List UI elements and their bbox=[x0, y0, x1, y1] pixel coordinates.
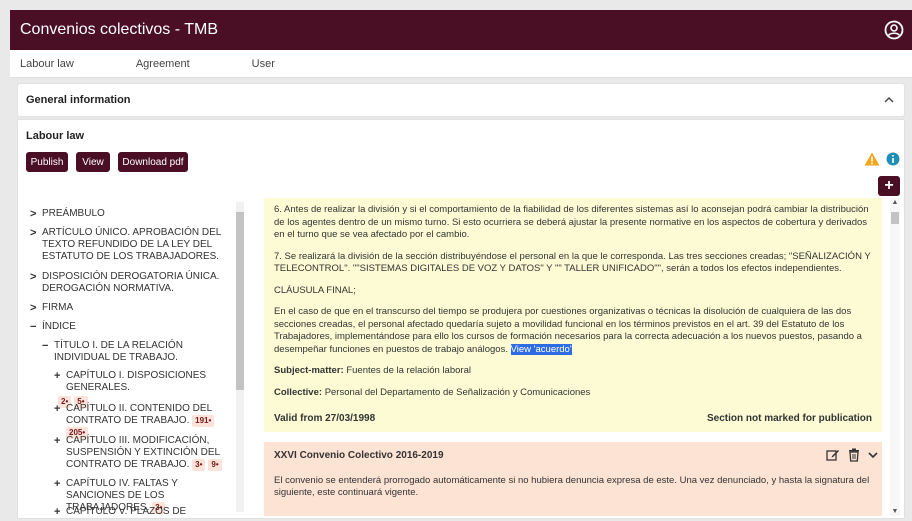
publish-button[interactable]: Publish bbox=[26, 152, 68, 172]
count-badge: 9• bbox=[208, 459, 222, 471]
expand-icon[interactable]: + bbox=[54, 435, 60, 447]
index-tree: > PREÁMBULO > ARTÍCULO ÚNICO. APROBACIÓN… bbox=[26, 200, 244, 514]
expand-icon[interactable]: > bbox=[30, 302, 36, 314]
tree-item[interactable]: + CAPÍTULO III. MODIFICACIÓN, SUSPENSIÓN… bbox=[54, 435, 234, 471]
expand-icon[interactable]: + bbox=[54, 370, 60, 382]
collective: Collective: Personal del Departamento de… bbox=[274, 386, 591, 398]
expand-icon[interactable]: > bbox=[30, 227, 36, 239]
add-button[interactable]: + bbox=[878, 176, 900, 196]
scroll-down-icon[interactable]: ▼ bbox=[891, 508, 899, 515]
tree-item[interactable]: + CAPÍTULO II. CONTENIDO DEL CONTRATO DE… bbox=[54, 403, 234, 439]
entry-paragraph: En el caso de que en el transcurso del t… bbox=[274, 306, 862, 355]
expand-icon[interactable]: + bbox=[54, 403, 60, 415]
valid-from: Valid from 27/03/1998 bbox=[274, 413, 376, 424]
agreement-text: El convenio se entenderá prorrogado auto… bbox=[274, 474, 870, 499]
user-account-icon[interactable] bbox=[884, 20, 904, 40]
expand-icon[interactable]: > bbox=[30, 271, 36, 283]
chevron-down-icon[interactable] bbox=[868, 448, 878, 462]
publication-status: Section not marked for publication bbox=[706, 413, 872, 424]
collapse-icon[interactable]: − bbox=[30, 321, 36, 333]
view-button[interactable]: View bbox=[76, 152, 110, 172]
chevron-up-icon[interactable] bbox=[884, 96, 894, 104]
agreement-title: XXVI Convenio Colectivo 2016-2019 bbox=[274, 450, 444, 461]
expand-icon[interactable]: + bbox=[54, 478, 60, 490]
count-badge: 191• bbox=[192, 415, 215, 427]
agreement-entry: XXVI Convenio Colectivo 2016-2019 El con… bbox=[264, 442, 882, 516]
tree-item[interactable]: + CAPÍTULO V. PLAZOS DE PRESCRIPCIÓN. bbox=[54, 506, 234, 514]
collapse-icon[interactable]: − bbox=[42, 340, 48, 352]
general-information-panel[interactable]: General information bbox=[18, 84, 904, 116]
tree-item[interactable]: > FIRMA bbox=[30, 302, 230, 314]
info-icon[interactable] bbox=[886, 152, 900, 166]
tree-item[interactable]: > PREÁMBULO bbox=[30, 208, 230, 220]
labour-law-title: Labour law bbox=[26, 130, 85, 142]
tree-scrollbar[interactable] bbox=[236, 202, 244, 512]
tree-item[interactable]: − ÍNDICE bbox=[30, 321, 230, 333]
general-information-title: General information bbox=[26, 94, 131, 106]
scroll-up-icon[interactable]: ▲ bbox=[891, 199, 899, 206]
agreement-actions bbox=[826, 448, 878, 462]
expand-icon[interactable]: > bbox=[30, 208, 36, 220]
expand-icon[interactable]: + bbox=[54, 506, 60, 514]
top-nav: Labour law Agreement User bbox=[10, 50, 912, 78]
delete-icon[interactable] bbox=[848, 448, 860, 462]
labour-law-panel: Labour law Publish View Download pdf + >… bbox=[18, 120, 904, 518]
warning-icon[interactable] bbox=[864, 152, 880, 166]
content-scrollbar-thumb[interactable] bbox=[891, 212, 899, 224]
entry-paragraph: CLÁUSULA FINAL; bbox=[274, 284, 356, 296]
nav-labour-law[interactable]: Labour law bbox=[20, 58, 74, 70]
nav-user[interactable]: User bbox=[252, 58, 275, 70]
count-badge: 3• bbox=[192, 459, 206, 471]
view-acuerdo-link[interactable]: View 'acuerdo' bbox=[510, 343, 572, 355]
tree-item[interactable]: − TÍTULO I. DE LA RELACIÓN INDIVIDUAL DE… bbox=[42, 340, 232, 364]
agreement-entry-current: 6. Antes de realizar la división y si el… bbox=[264, 198, 882, 432]
tree-item[interactable]: > ARTÍCULO ÚNICO. APROBACIÓN DEL TEXTO R… bbox=[30, 227, 230, 263]
subject-matter: Subject-matter: Fuentes de la relación l… bbox=[274, 365, 471, 376]
nav-agreement[interactable]: Agreement bbox=[136, 58, 190, 70]
tree-scrollbar-thumb[interactable] bbox=[236, 212, 244, 390]
edit-icon[interactable] bbox=[826, 448, 840, 462]
app-bar: Convenios colectivos - TMB bbox=[10, 10, 912, 50]
entry-paragraph: 6. Antes de realizar la división y si el… bbox=[274, 204, 869, 240]
entry-paragraph: 7. Se realizará la división de la secció… bbox=[274, 250, 871, 275]
tree-item[interactable]: > DISPOSICIÓN DEROGATORIA ÚNICA. DEROGAC… bbox=[30, 271, 230, 295]
app-title: Convenios colectivos - TMB bbox=[20, 21, 218, 38]
content-scrollbar[interactable]: ▲ ▼ bbox=[890, 198, 900, 516]
download-pdf-button[interactable]: Download pdf bbox=[118, 152, 188, 172]
plus-icon: + bbox=[884, 177, 894, 194]
